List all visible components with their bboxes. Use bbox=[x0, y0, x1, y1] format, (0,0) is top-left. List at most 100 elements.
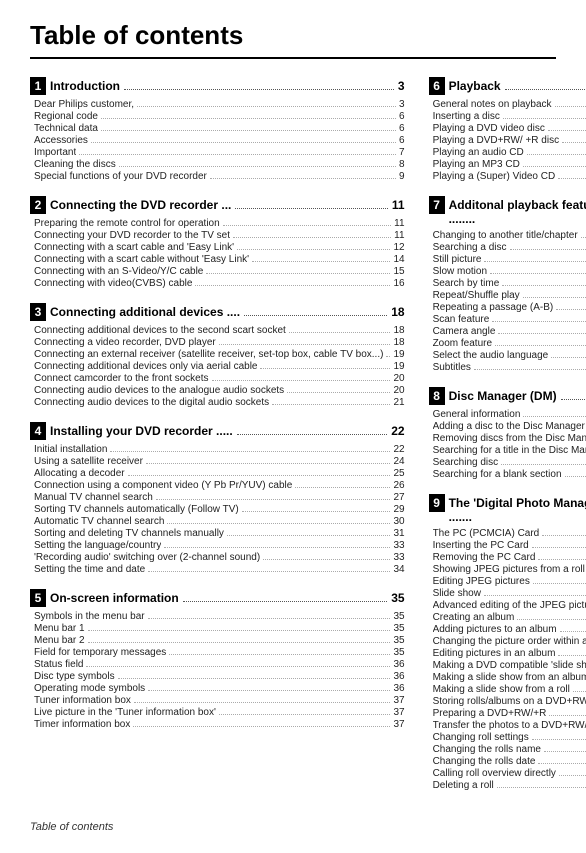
entry-label: Tuner information box bbox=[34, 695, 131, 706]
entry-label: Automatic TV channel search bbox=[34, 516, 164, 527]
toc-entry: Editing pictures in an album59 bbox=[429, 648, 586, 659]
toc-entry: Playing an audio CD40 bbox=[429, 147, 586, 158]
entry-dots bbox=[110, 451, 390, 452]
entry-dots bbox=[538, 559, 586, 560]
entry-label: Searching for a title in the Disc Manage… bbox=[433, 445, 586, 456]
entry-page: 12 bbox=[393, 242, 404, 253]
entry-label: Field for temporary messages bbox=[34, 647, 166, 658]
entry-label: Connection using a component video (Y Pb… bbox=[34, 480, 292, 491]
section-header-5: 5On-screen information35 bbox=[30, 589, 405, 607]
entry-page: 25 bbox=[393, 468, 404, 479]
entry-dots bbox=[195, 285, 390, 286]
entry-label: Deleting a roll bbox=[433, 780, 494, 791]
entry-dots bbox=[227, 535, 391, 536]
toc-entry: Removing the PC Card53 bbox=[429, 552, 586, 563]
section-number-8: 8 bbox=[429, 387, 445, 405]
toc-entry: Connecting with a scart cable without 'E… bbox=[30, 254, 405, 265]
entry-label: Playing a DVD+RW/ +R disc bbox=[433, 135, 560, 146]
entry-label: Repeat/Shuffle play bbox=[433, 290, 520, 301]
toc-entry: Deleting a roll64 bbox=[429, 780, 586, 791]
entry-label: Searching disc bbox=[433, 457, 499, 468]
section-number-1: 1 bbox=[30, 77, 46, 95]
entry-page: 16 bbox=[393, 278, 404, 289]
entry-dots bbox=[295, 487, 390, 488]
section-title-2: Connecting the DVD recorder ... bbox=[50, 198, 231, 212]
entry-label: Editing pictures in an album bbox=[433, 648, 556, 659]
entry-label: Making a DVD compatible 'slide show' bbox=[433, 660, 586, 671]
entry-page: 30 bbox=[393, 516, 404, 527]
toc-entry: Zoom feature47 bbox=[429, 338, 586, 349]
section-header-6: 6Playback38 bbox=[429, 77, 586, 95]
entry-label: Initial installation bbox=[34, 444, 107, 455]
entry-label: Inserting a disc bbox=[433, 111, 500, 122]
entry-dots bbox=[517, 619, 586, 620]
entry-dots bbox=[527, 154, 586, 155]
section-title-4: Installing your DVD recorder ..... bbox=[50, 424, 233, 438]
section-title-3: Connecting additional devices .... bbox=[50, 305, 240, 319]
entry-page: 11 bbox=[394, 218, 404, 229]
entry-dots bbox=[510, 249, 586, 250]
entry-dots bbox=[148, 618, 391, 619]
entry-label: Connecting audio devices to the analogue… bbox=[34, 385, 284, 396]
toc-section-7: 7Additonal playback features ........43C… bbox=[429, 196, 586, 373]
entry-page: 31 bbox=[393, 528, 404, 539]
entry-page: 35 bbox=[393, 647, 404, 658]
entry-page: 27 bbox=[393, 492, 404, 503]
toc-entry: Connecting an external receiver (satelli… bbox=[30, 349, 405, 360]
entry-dots bbox=[88, 642, 391, 643]
toc-entry: Repeating a passage (A-B)46 bbox=[429, 302, 586, 313]
entry-label: Zoom feature bbox=[433, 338, 492, 349]
toc-entry: Connecting your DVD recorder to the TV s… bbox=[30, 230, 405, 241]
entry-page: 20 bbox=[393, 373, 404, 384]
section-page-1: 3 bbox=[398, 79, 405, 93]
toc-section-1: 1Introduction3Dear Philips customer,3Reg… bbox=[30, 77, 405, 182]
section-header-1: 1Introduction3 bbox=[30, 77, 405, 95]
toc-entry: Automatic TV channel search 30 bbox=[30, 516, 405, 527]
entry-page: 33 bbox=[393, 540, 404, 551]
entry-label: Showing JPEG pictures from a roll bbox=[433, 564, 585, 575]
entry-label: 'Recording audio' switching over (2-chan… bbox=[34, 552, 260, 563]
entry-dots bbox=[119, 166, 396, 167]
toc-entry: Adding a disc to the Disc Manager48 bbox=[429, 421, 586, 432]
entry-dots bbox=[169, 654, 390, 655]
entry-dots bbox=[79, 154, 396, 155]
entry-label: Inserting the PC Card bbox=[433, 540, 529, 551]
entry-dots bbox=[523, 297, 586, 298]
entry-label: Changing roll settings bbox=[433, 732, 529, 743]
entry-label: Manual TV channel search bbox=[34, 492, 153, 503]
toc-entry: Connecting audio devices to the digital … bbox=[30, 397, 405, 408]
entry-dots bbox=[118, 678, 391, 679]
entry-dots bbox=[484, 261, 586, 262]
entry-label: Sorting TV channels automatically (Follo… bbox=[34, 504, 239, 515]
entry-page: 21 bbox=[393, 397, 404, 408]
entry-dots bbox=[573, 691, 586, 692]
section-title-8: Disc Manager (DM) bbox=[449, 389, 557, 403]
toc-entry: Setting the time and date34 bbox=[30, 564, 405, 575]
entry-dots bbox=[134, 702, 391, 703]
entry-page: 15 bbox=[393, 266, 404, 277]
toc-entry: Slow motion44 bbox=[429, 266, 586, 277]
entry-dots bbox=[492, 321, 586, 322]
entry-label: Playing an MP3 CD bbox=[433, 159, 520, 170]
entry-dots bbox=[137, 106, 396, 107]
entry-page: 37 bbox=[393, 719, 404, 730]
toc-entry: Timer information box37 bbox=[30, 719, 405, 730]
entry-page: 3 bbox=[399, 99, 405, 110]
entry-dots bbox=[560, 631, 586, 632]
section-dots-4 bbox=[237, 434, 387, 435]
entry-dots bbox=[128, 475, 391, 476]
entry-page: 35 bbox=[393, 611, 404, 622]
entry-label: Removing the PC Card bbox=[433, 552, 536, 563]
entry-label: Making a slide show from an album bbox=[433, 672, 586, 683]
section-header-3: 3Connecting additional devices ....18 bbox=[30, 303, 405, 321]
entry-label: Connecting a video recorder, DVD player bbox=[34, 337, 216, 348]
entry-page: 29 bbox=[393, 504, 404, 515]
entry-page: 6 bbox=[399, 111, 405, 122]
entry-label: Allocating a decoder bbox=[34, 468, 125, 479]
entry-label: Calling roll overview directly bbox=[433, 768, 556, 779]
toc-entry: Connecting with an S-Video/Y/C cable15 bbox=[30, 266, 405, 277]
entry-page: 34 bbox=[393, 564, 404, 575]
entry-label: Subtitles bbox=[433, 362, 471, 373]
entry-dots bbox=[219, 714, 391, 715]
toc-entry: Creating an album58 bbox=[429, 612, 586, 623]
